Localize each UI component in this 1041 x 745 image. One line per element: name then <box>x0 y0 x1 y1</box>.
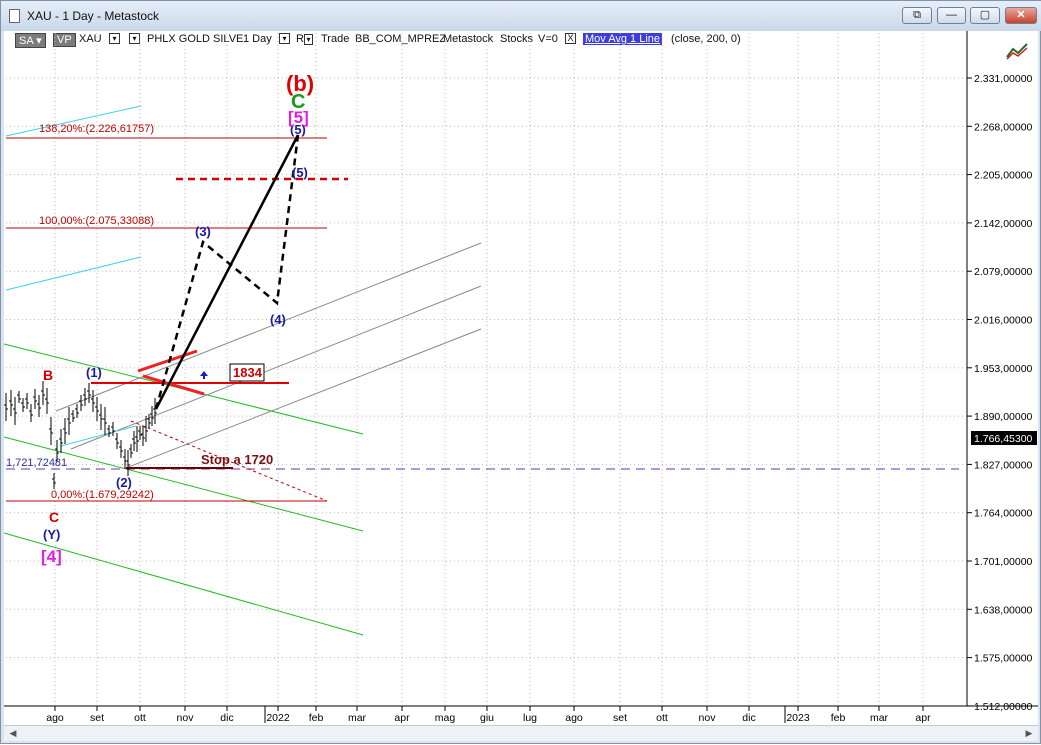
time-tick-label: feb <box>309 712 324 724</box>
price-tick-label: 2.079,00000 <box>974 266 1033 278</box>
red-trendline-lower <box>142 374 205 396</box>
time-tick-label: 2023 <box>786 712 810 724</box>
price-tick-label: 1.638,00000 <box>974 604 1033 616</box>
current-price-label: 1.766,45300 <box>974 433 1033 445</box>
time-tick-label: dic <box>220 712 233 724</box>
grey-channel <box>55 242 482 469</box>
wave-4-label: (4) <box>270 312 286 327</box>
level-1721-label: 1,721,72481 <box>6 457 67 469</box>
wave-b-big: (b) <box>286 71 314 96</box>
wave-y-label: (Y) <box>43 527 60 542</box>
price-tick-label: 1.575,00000 <box>974 653 1033 665</box>
time-tick-label: 2022 <box>266 712 290 724</box>
wave-c-red: C <box>49 509 59 525</box>
price-chart: 2.331,00000 2.268,00000 2.205,00000 2.142,0… <box>3 31 1038 724</box>
time-tick-label: nov <box>699 712 717 724</box>
up-arrow-icon <box>200 371 208 379</box>
price-tick-label: 2.205,00000 <box>974 170 1033 182</box>
stop-label: Stop a 1720 <box>201 452 273 467</box>
time-tick-label: set <box>90 712 104 724</box>
price-tick-label: 1.827,00000 <box>974 459 1033 471</box>
time-tick-label: mag <box>435 712 456 724</box>
time-tick-label: ott <box>134 712 146 724</box>
price-tick-label: 1.953,00000 <box>974 363 1033 375</box>
wave-4-magenta: [4] <box>41 547 62 566</box>
time-tick-label: giu <box>480 712 494 724</box>
fib-100-label: 100,00%:(2.075,33088) <box>39 215 154 227</box>
horizontal-scrollbar[interactable]: ◀ ▶ <box>4 725 1038 741</box>
fib-138-label: 138,20%:(2.226,61757) <box>39 123 154 135</box>
scroll-right-icon[interactable]: ▶ <box>1022 727 1036 740</box>
box-1834-label: 1834 <box>233 365 263 380</box>
grid-lines <box>6 33 966 707</box>
time-axis: ago set ott nov dic 2022 feb mar apr mag giu lug ago… <box>46 706 931 724</box>
time-tick-label: feb <box>831 712 846 724</box>
wave-b-red: B <box>43 367 53 383</box>
price-tick-label: 2.268,00000 <box>974 121 1033 133</box>
price-tick-label: 2.142,00000 <box>974 218 1033 230</box>
price-tick-label: 2.331,00000 <box>974 73 1033 85</box>
price-tick-label: 1.512,00000 <box>974 701 1033 713</box>
price-tick-label: 1.701,00000 <box>974 556 1033 568</box>
wave-2-label: (2) <box>116 475 132 490</box>
wave-5-mid-label: (5) <box>292 165 308 180</box>
time-tick-label: mar <box>870 712 889 724</box>
price-tick-label: 2.016,00000 <box>974 315 1033 327</box>
fib-0-label: 0,00%:(1.679,29242) <box>51 489 154 501</box>
time-tick-label: ago <box>565 712 583 724</box>
wave-3-label: (3) <box>195 224 211 239</box>
price-axis: 2.331,00000 2.268,00000 2.205,00000 2.142,0… <box>967 73 1033 713</box>
time-tick-label: lug <box>523 712 537 724</box>
metastock-window: XAU - 1 Day - Metastock ⧉ — ▢ ✕ SA ▾ VP … <box>0 0 1041 744</box>
price-tick-label: 1.764,00000 <box>974 508 1033 520</box>
price-bars <box>4 381 157 489</box>
scroll-left-icon[interactable]: ◀ <box>6 727 20 740</box>
price-tick-label: 1.890,00000 <box>974 411 1033 423</box>
time-tick-label: ago <box>46 712 64 724</box>
time-tick-label: apr <box>915 712 931 724</box>
time-tick-label: mar <box>348 712 367 724</box>
cyan-lines <box>5 105 142 447</box>
time-tick-label: set <box>613 712 627 724</box>
time-tick-label: ott <box>656 712 668 724</box>
time-tick-label: apr <box>394 712 410 724</box>
time-tick-label: dic <box>742 712 755 724</box>
wave-1-label: (1) <box>86 365 102 380</box>
time-tick-label: nov <box>177 712 195 724</box>
